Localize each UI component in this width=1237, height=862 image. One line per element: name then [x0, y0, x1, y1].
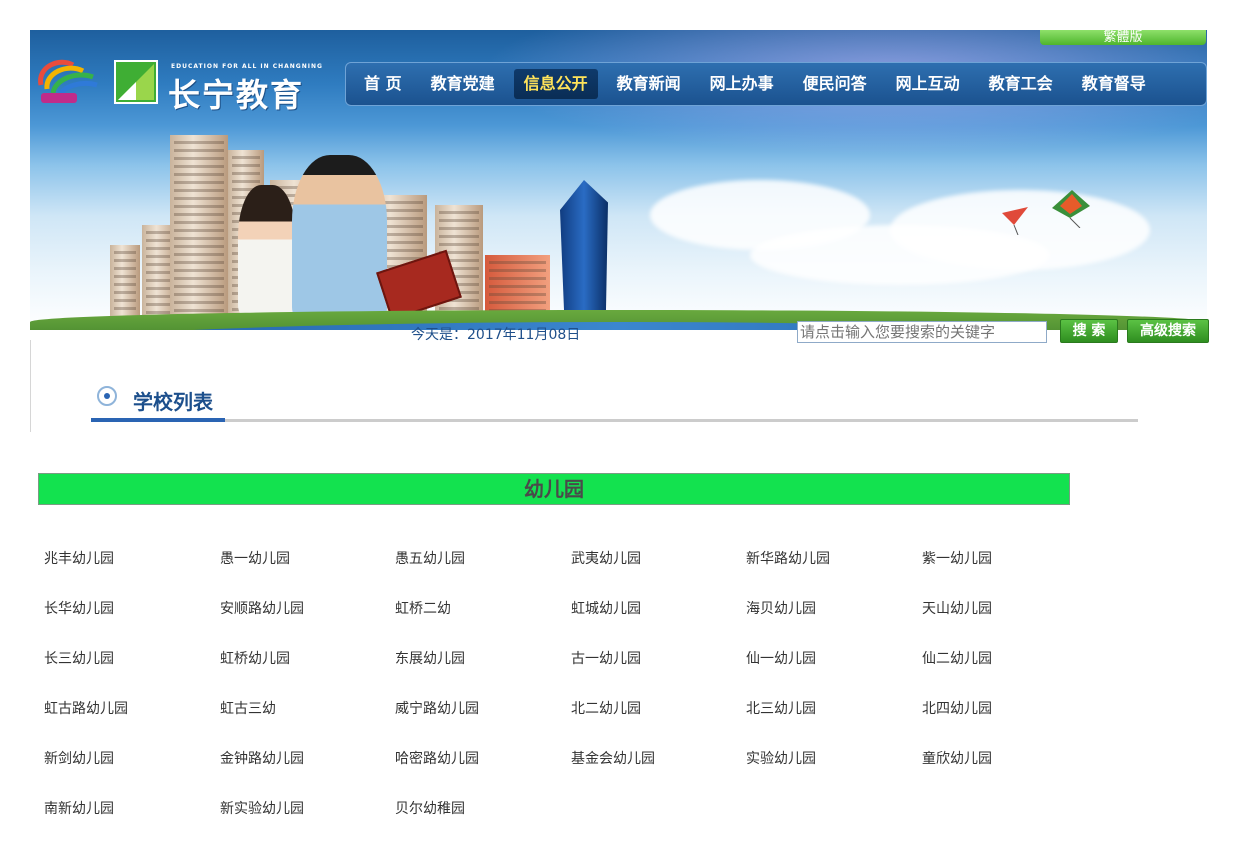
- school-link[interactable]: 虹古路幼儿园: [44, 698, 128, 718]
- nav-item-info-disclosure[interactable]: 信息公开: [513, 69, 598, 99]
- section-bullet-icon: [97, 386, 117, 406]
- nav-item-online-services[interactable]: 网上办事: [700, 69, 784, 99]
- school-link[interactable]: 仙二幼儿园: [922, 648, 992, 668]
- banner-man: [292, 155, 387, 320]
- section-title: 学校列表: [133, 390, 213, 414]
- school-link[interactable]: 虹桥二幼: [395, 598, 451, 618]
- section-underline-accent: [91, 418, 225, 422]
- banner-tower: [560, 180, 608, 330]
- nav-item-home[interactable]: 首 页: [354, 69, 412, 99]
- current-date: 今天是：2017年11月08日: [411, 327, 581, 343]
- school-link[interactable]: 童欣幼儿园: [922, 748, 992, 768]
- school-link[interactable]: 威宁路幼儿园: [395, 698, 479, 718]
- school-link[interactable]: 南新幼儿园: [44, 798, 114, 818]
- school-link[interactable]: 实验幼儿园: [746, 748, 816, 768]
- logo-english-text: EDUCATION FOR ALL IN CHANGNING: [171, 63, 323, 70]
- nav-item-party-building[interactable]: 教育党建: [421, 69, 505, 99]
- nav-item-education-news[interactable]: 教育新闻: [607, 69, 691, 99]
- school-link[interactable]: 新实验幼儿园: [220, 798, 304, 818]
- school-link[interactable]: 兆丰幼儿园: [44, 548, 114, 568]
- advanced-search-button[interactable]: 高级搜索: [1127, 319, 1209, 343]
- kite-icon: [1002, 207, 1028, 235]
- nav-item-faq[interactable]: 便民问答: [793, 69, 877, 99]
- school-link[interactable]: 武夷幼儿园: [571, 548, 641, 568]
- school-link[interactable]: 长三幼儿园: [44, 648, 114, 668]
- school-link[interactable]: 愚一幼儿园: [220, 548, 290, 568]
- school-link[interactable]: 紫一幼儿园: [922, 548, 992, 568]
- banner-woman: [238, 185, 296, 315]
- school-link[interactable]: 北二幼儿园: [571, 698, 641, 718]
- education-logo-icon[interactable]: [114, 60, 158, 104]
- school-link[interactable]: 长华幼儿园: [44, 598, 114, 618]
- school-link[interactable]: 天山幼儿园: [922, 598, 992, 618]
- nav-item-education-supervision[interactable]: 教育督导: [1072, 69, 1156, 99]
- section-divider: [30, 340, 31, 432]
- school-link[interactable]: 贝尔幼稚园: [395, 798, 465, 818]
- kite-icon: [1052, 190, 1090, 228]
- category-header-kindergarten: 幼儿园: [38, 473, 1070, 505]
- nav-item-online-interaction[interactable]: 网上互动: [886, 69, 970, 99]
- school-link[interactable]: 北四幼儿园: [922, 698, 992, 718]
- main-nav: 首 页 教育党建 信息公开 教育新闻 网上办事 便民问答 网上互动 教育工会 教…: [345, 62, 1207, 106]
- school-link[interactable]: 仙一幼儿园: [746, 648, 816, 668]
- school-link[interactable]: 古一幼儿园: [571, 648, 641, 668]
- changning-logo-icon[interactable]: [33, 55, 99, 105]
- school-link[interactable]: 虹古三幼: [220, 698, 276, 718]
- nav-item-education-union[interactable]: 教育工会: [979, 69, 1063, 99]
- school-link[interactable]: 哈密路幼儿园: [395, 748, 479, 768]
- school-link[interactable]: 海贝幼儿园: [746, 598, 816, 618]
- school-link[interactable]: 新华路幼儿园: [746, 548, 830, 568]
- traditional-chinese-button[interactable]: 繁體版: [1040, 30, 1206, 45]
- school-link[interactable]: 安顺路幼儿园: [220, 598, 304, 618]
- search-button[interactable]: 搜 索: [1060, 319, 1118, 343]
- banner-building: [170, 135, 228, 320]
- school-link[interactable]: 虹桥幼儿园: [220, 648, 290, 668]
- banner-building: [110, 245, 140, 320]
- logo-title[interactable]: 长宁教育: [168, 70, 304, 116]
- school-link[interactable]: 愚五幼儿园: [395, 548, 465, 568]
- school-link[interactable]: 东展幼儿园: [395, 648, 465, 668]
- school-link[interactable]: 北三幼儿园: [746, 698, 816, 718]
- school-link[interactable]: 新剑幼儿园: [44, 748, 114, 768]
- search-input[interactable]: [797, 321, 1047, 343]
- school-link[interactable]: 基金会幼儿园: [571, 748, 655, 768]
- school-link[interactable]: 虹城幼儿园: [571, 598, 641, 618]
- school-link[interactable]: 金钟路幼儿园: [220, 748, 304, 768]
- section-underline: [91, 419, 1138, 422]
